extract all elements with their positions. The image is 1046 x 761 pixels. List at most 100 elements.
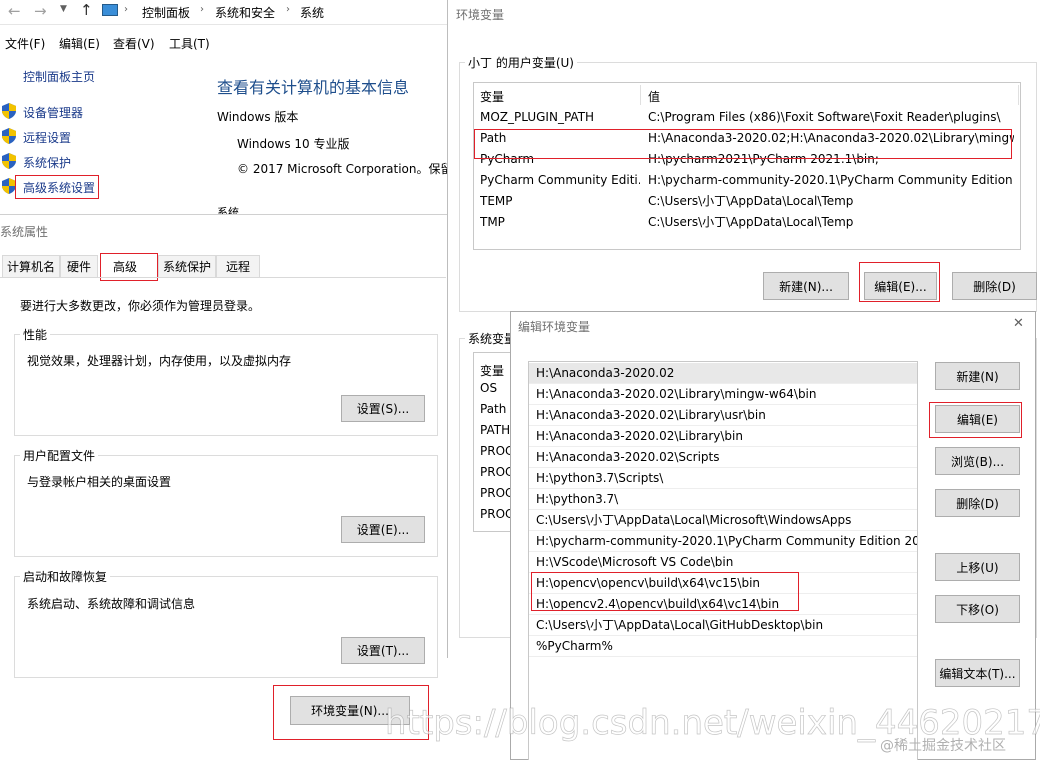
user-profiles-settings-button[interactable]: 设置(E)... — [341, 516, 425, 543]
sidebar-item-system-protection[interactable]: 系统保护 — [23, 154, 71, 171]
tab-system-protection[interactable]: 系统保护 — [158, 255, 216, 277]
sidebar-item-device-manager[interactable]: 设备管理器 — [23, 104, 83, 121]
breadcrumb-separator-icon: › — [286, 4, 290, 15]
up-arrow-icon[interactable]: ↑ — [80, 1, 93, 19]
tab-label: 远程 — [225, 260, 250, 274]
path-entry[interactable]: H:\Anaconda3-2020.02\Library\usr\bin — [529, 405, 917, 426]
variable-value: H:\pycharm-community-2020.1\PyCharm Comm… — [648, 173, 1014, 187]
path-entry[interactable]: H:\Anaconda3-2020.02\Scripts — [529, 447, 917, 468]
tab-label: 硬件 — [66, 260, 91, 274]
tab-remote[interactable]: 远程 — [216, 255, 260, 277]
menu-tools[interactable]: 工具(T) — [169, 35, 210, 52]
windows-edition: Windows 10 专业版 — [237, 137, 350, 151]
path-new-button[interactable]: 新建(N) — [935, 362, 1020, 390]
path-entry[interactable]: H:\Anaconda3-2020.02\Library\bin — [529, 426, 917, 447]
breadcrumb-separator-icon: › — [200, 4, 204, 15]
user-variables-list[interactable]: 变量 值 MOZ_PLUGIN_PATH C:\Program Files (x8… — [473, 82, 1021, 250]
system-variable-row[interactable]: PROC — [480, 507, 513, 521]
button-label: 设置(S)... — [356, 402, 410, 416]
path-entry[interactable]: C:\Users\小丁\AppData\Local\GitHubDesktop\… — [529, 615, 917, 636]
system-heading: 系统 — [217, 206, 239, 214]
system-variable-row[interactable]: PROC — [480, 444, 513, 458]
button-label: 上移(U) — [956, 560, 999, 575]
system-variable-row[interactable]: Path — [480, 402, 506, 416]
column-header-value[interactable]: 值 — [648, 88, 660, 105]
menu-file[interactable]: 文件(F) — [5, 35, 45, 52]
system-variable-row[interactable]: PATH — [480, 423, 510, 437]
chevron-down-icon[interactable]: ▼ — [60, 4, 67, 14]
user-new-button[interactable]: 新建(N)... — [763, 272, 849, 300]
path-entry[interactable]: C:\Users\小丁\AppData\Local\Microsoft\Wind… — [529, 510, 917, 531]
control-panel-home-link[interactable]: 控制面板主页 — [23, 68, 95, 85]
highlight-opencv-paths — [531, 572, 799, 611]
system-variables-list[interactable]: 变量 OS Path PATH PROC PROC PROC PROC — [473, 352, 513, 532]
shield-icon — [2, 128, 16, 144]
sidebar-item-remote-settings[interactable]: 远程设置 — [23, 129, 71, 146]
button-label: 删除(D) — [973, 279, 1016, 294]
windows-version-heading: Windows 版本 — [217, 110, 299, 124]
user-delete-button[interactable]: 删除(D) — [952, 272, 1037, 300]
column-header-variable[interactable]: 变量 — [480, 88, 504, 105]
shield-icon — [2, 178, 16, 194]
button-label: 新建(N) — [956, 369, 999, 384]
startup-recovery-group-title: 启动和故障恢复 — [20, 568, 111, 585]
path-entry[interactable]: H:\python3.7\Scripts\ — [529, 468, 917, 489]
column-divider[interactable] — [640, 85, 641, 105]
system-variable-row[interactable]: PROC — [480, 465, 513, 479]
path-move-down-button[interactable]: 下移(O) — [935, 595, 1020, 623]
page-title: 查看有关计算机的基本信息 — [217, 78, 410, 97]
column-header-variable[interactable]: 变量 — [480, 362, 504, 379]
path-entry[interactable]: H:\python3.7\ — [529, 489, 917, 510]
user-variable-row[interactable]: MOZ_PLUGIN_PATH C:\Program Files (x86)\Fo… — [474, 107, 1020, 128]
forward-arrow-icon[interactable]: → — [34, 2, 47, 20]
variable-name: TMP — [480, 215, 505, 229]
user-variable-row[interactable]: PyCharm Community Editi... H:\pycharm-com… — [474, 170, 1020, 191]
highlight-user-edit-button — [859, 262, 940, 302]
menu-edit[interactable]: 编辑(E) — [59, 35, 100, 52]
path-delete-button[interactable]: 删除(D) — [935, 489, 1020, 517]
path-entry[interactable]: %PyCharm% — [529, 636, 917, 657]
shield-icon — [2, 153, 16, 169]
tab-label: 系统保护 — [162, 260, 211, 274]
back-arrow-icon[interactable]: ← — [8, 2, 21, 20]
admin-note: 要进行大多数更改，你必须作为管理员登录。 — [20, 299, 261, 313]
tab-panel-border — [0, 277, 446, 278]
tab-computer-name[interactable]: 计算机名 — [2, 255, 60, 277]
computer-icon — [102, 4, 118, 16]
breadcrumb-control-panel[interactable]: 控制面板 — [142, 4, 190, 21]
breadcrumb-system[interactable]: 系统 — [300, 4, 324, 21]
user-variable-row[interactable]: TMP C:\Users\小丁\AppData\Local\Temp — [474, 212, 1020, 233]
path-list[interactable]: H:\Anaconda3-2020.02 H:\Anaconda3-2020.02… — [528, 361, 918, 760]
performance-description: 视觉效果，处理器计划，内存使用，以及虚拟内存 — [27, 354, 292, 368]
system-variable-row[interactable]: PROC — [480, 486, 513, 500]
variable-name: MOZ_PLUGIN_PATH — [480, 110, 595, 124]
breadcrumb-security[interactable]: 系统和安全 — [215, 4, 275, 21]
column-divider[interactable] — [1018, 85, 1019, 105]
copyright-text: © 2017 Microsoft Corporation。保留 — [237, 162, 447, 176]
path-edit-text-button[interactable]: 编辑文本(T)... — [935, 659, 1020, 687]
dialog-titlebar: 环境变量 — [448, 0, 1046, 26]
highlight-path-row — [474, 129, 1012, 159]
path-entry[interactable]: H:\pycharm-community-2020.1\PyCharm Comm… — [529, 531, 917, 552]
tab-hardware[interactable]: 硬件 — [60, 255, 98, 277]
address-bar: ← → ▼ ↑ › 控制面板 › 系统和安全 › 系统 — [0, 0, 450, 25]
close-icon[interactable]: ✕ — [1013, 316, 1024, 331]
menu-view[interactable]: 查看(V) — [113, 35, 155, 52]
path-browse-button[interactable]: 浏览(B)... — [935, 447, 1020, 475]
user-variables-group-title: 小丁 的用户变量(U) — [465, 54, 577, 71]
variable-name: PyCharm Community Editi... — [480, 173, 640, 187]
dialog-title: 环境变量 — [456, 8, 505, 22]
path-move-up-button[interactable]: 上移(U) — [935, 553, 1020, 581]
path-entry[interactable]: H:\Anaconda3-2020.02 — [529, 363, 917, 384]
performance-settings-button[interactable]: 设置(S)... — [341, 395, 425, 422]
button-label: 删除(D) — [956, 496, 999, 511]
user-variable-row[interactable]: TEMP C:\Users\小丁\AppData\Local\Temp — [474, 191, 1020, 212]
button-label: 新建(N)... — [779, 279, 833, 294]
path-entry[interactable]: H:\Anaconda3-2020.02\Library\mingw-w64\b… — [529, 384, 917, 405]
user-profiles-description: 与登录帐户相关的桌面设置 — [27, 475, 172, 489]
startup-recovery-settings-button[interactable]: 设置(T)... — [341, 637, 425, 664]
explorer-window: ← → ▼ ↑ › 控制面板 › 系统和安全 › 系统 文件(F) 编辑(E) … — [0, 0, 450, 215]
system-variable-row[interactable]: OS — [480, 381, 497, 395]
performance-group-title: 性能 — [20, 326, 51, 343]
path-entry[interactable]: H:\VScode\Microsoft VS Code\bin — [529, 552, 917, 573]
